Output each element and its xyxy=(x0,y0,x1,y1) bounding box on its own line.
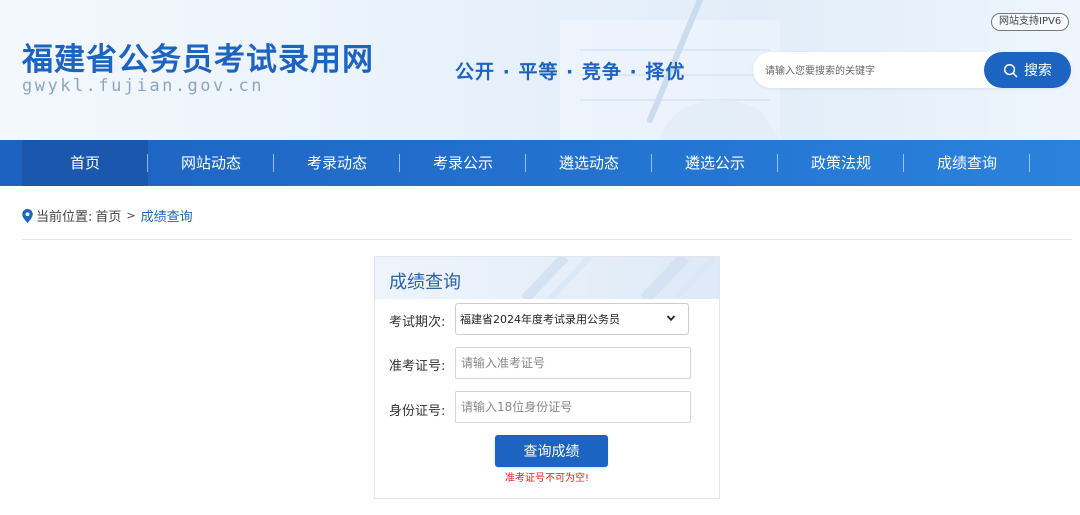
chevron-down-icon xyxy=(666,315,676,322)
search-box: 搜索 xyxy=(753,52,1071,88)
search-button-label: 搜索 xyxy=(1024,63,1052,79)
content-divider xyxy=(22,239,1072,240)
nav-separator xyxy=(1029,154,1030,172)
site-slogan: 公开 · 平等 · 竞争 · 择优 xyxy=(455,61,686,83)
validation-error: 准考证号不可为空! xyxy=(504,473,589,484)
nav-item-label: 考录公示 xyxy=(432,154,493,172)
nav-item-label: 政策法规 xyxy=(810,154,871,172)
search-input[interactable] xyxy=(763,60,982,82)
breadcrumb: 当前位置: 首页 > 成绩查询 xyxy=(22,206,193,225)
ticket-number-input[interactable] xyxy=(455,347,691,379)
query-score-button-label: 查询成绩 xyxy=(523,444,580,460)
nav-item-home[interactable]: 首页 xyxy=(22,140,148,186)
search-icon xyxy=(1003,63,1018,77)
exam-period-value: 福建省2024年度考试录用公务员 xyxy=(460,313,620,326)
nav-item-score-query[interactable]: 成绩查询 xyxy=(904,140,1030,186)
breadcrumb-prefix: 当前位置: xyxy=(36,210,93,225)
nav-item-label: 网站动态 xyxy=(180,154,241,172)
breadcrumb-separator: > xyxy=(126,209,136,222)
id-number-input[interactable] xyxy=(455,391,691,423)
nav-item-label: 成绩查询 xyxy=(936,154,997,172)
id-number-label: 身份证号: xyxy=(389,404,446,419)
site-header: 福建省公务员考试录用网 gwykl.fujian.gov.cn 公开 · 平等 … xyxy=(0,0,1080,140)
site-title[interactable]: 福建省公务员考试录用网 xyxy=(22,34,374,79)
nav-item-label: 考录动态 xyxy=(306,154,367,172)
nav-item-selection-news[interactable]: 遴选动态 xyxy=(526,140,652,186)
nav-item-label: 遴选公示 xyxy=(684,154,745,172)
breadcrumb-home-link[interactable]: 首页 xyxy=(95,206,121,225)
nav-item-label: 首页 xyxy=(69,154,100,172)
form-title: 成绩查询 xyxy=(389,272,461,293)
nav-item-policies[interactable]: 政策法规 xyxy=(778,140,904,186)
ipv6-badge: 网站支持IPV6 xyxy=(991,13,1070,31)
search-button[interactable]: 搜索 xyxy=(984,52,1071,88)
exam-period-label: 考试期次: xyxy=(389,315,446,330)
main-nav: 首页 网站动态 考录动态 考录公示 遴选动态 遴选公示 政策法规 成绩查询 xyxy=(0,140,1080,186)
nav-item-exam-news[interactable]: 考录动态 xyxy=(274,140,400,186)
nav-item-site-news[interactable]: 网站动态 xyxy=(148,140,274,186)
nav-item-exam-notices[interactable]: 考录公示 xyxy=(400,140,526,186)
site-domain: gwykl.fujian.gov.cn xyxy=(22,76,264,96)
location-pin-icon xyxy=(22,208,33,223)
nav-item-label: 遴选动态 xyxy=(558,154,619,172)
nav-item-selection-notices[interactable]: 遴选公示 xyxy=(652,140,778,186)
exam-period-select[interactable]: 福建省2024年度考试录用公务员 xyxy=(455,303,689,335)
breadcrumb-current[interactable]: 成绩查询 xyxy=(141,206,193,225)
score-query-form: 成绩查询 考试期次: 福建省2024年度考试录用公务员 准考证号: 身份证号: … xyxy=(374,256,720,499)
ticket-number-label: 准考证号: xyxy=(389,359,446,374)
query-score-button[interactable]: 查询成绩 xyxy=(495,435,608,467)
form-header: 成绩查询 xyxy=(375,257,719,299)
